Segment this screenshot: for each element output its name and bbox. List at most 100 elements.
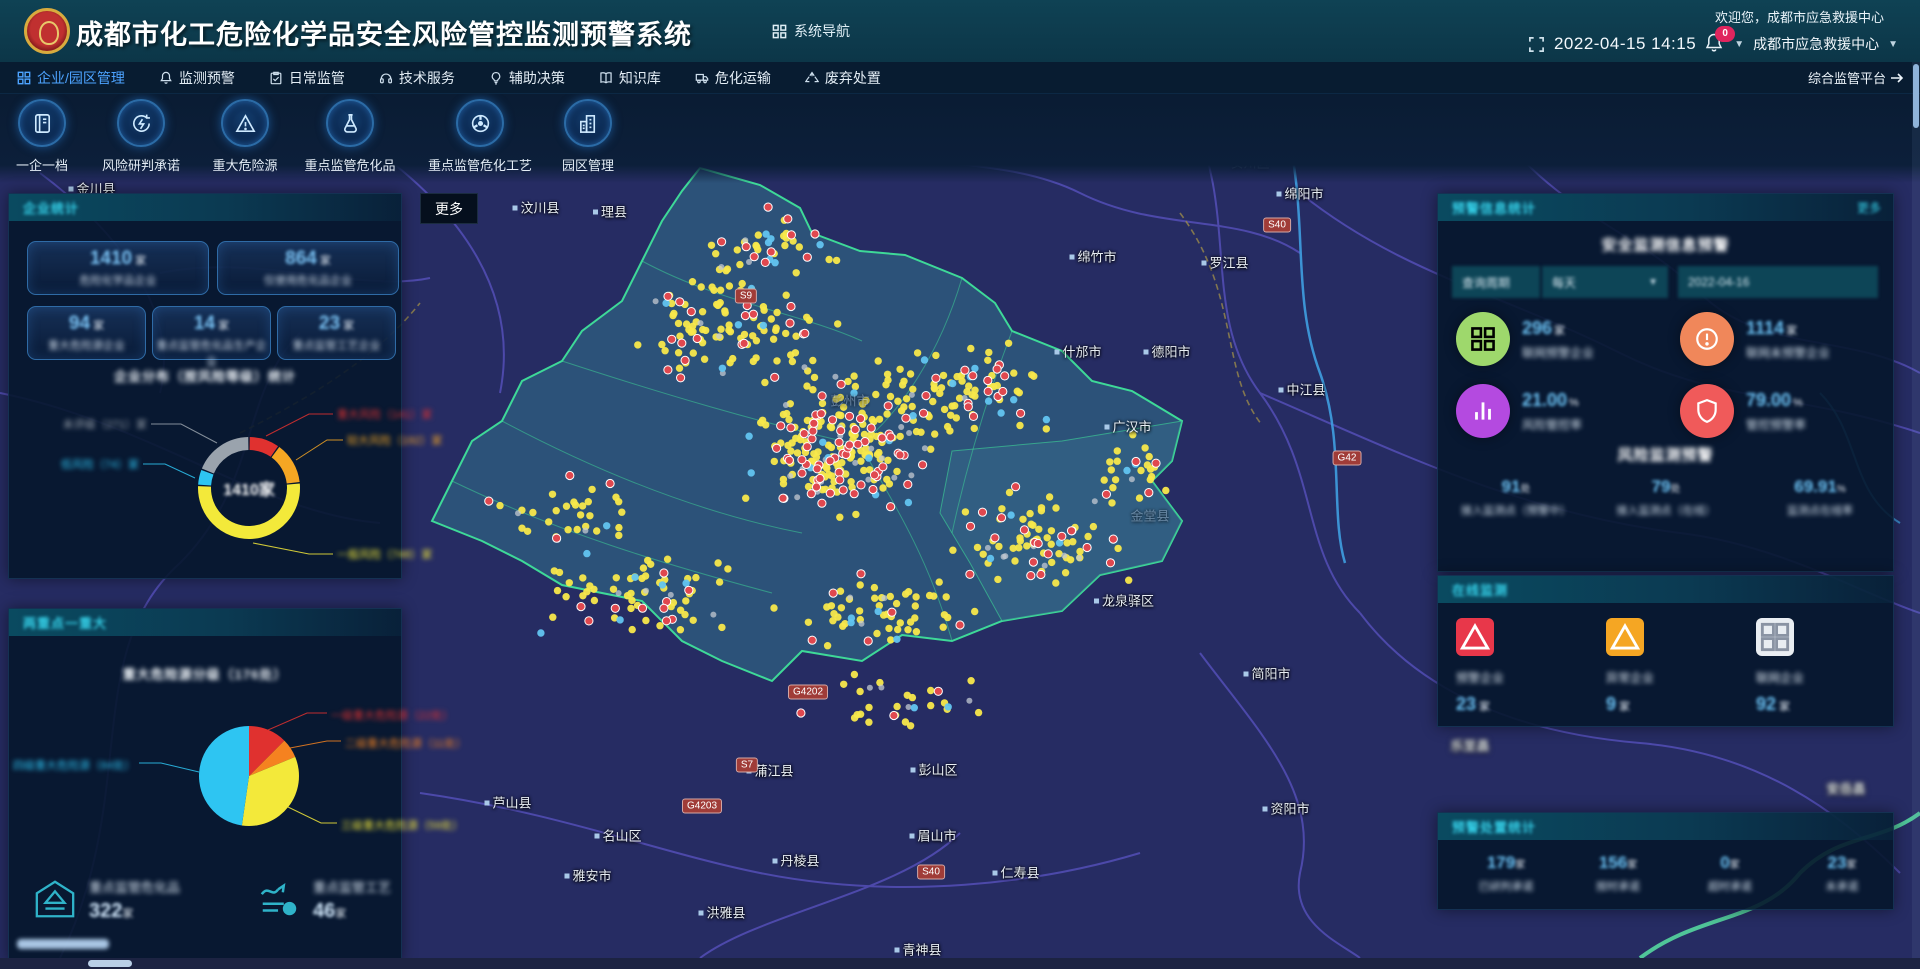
monitor-point-stat: 91处接入监测点（预警中） xyxy=(1461,477,1571,518)
org-selector[interactable]: 成都市应急救援中心 xyxy=(1753,34,1879,54)
nav-item-2[interactable]: 日常监管 xyxy=(252,62,362,93)
stat-box[interactable]: 1410家危险化学品企业 xyxy=(27,241,209,295)
panel-enterprise-stats: 企业统计 1410家危险化学品企业864家仅使用危化品企业 94家重大危险源企业… xyxy=(8,193,402,579)
monitor-item[interactable]: 联网企业92家 xyxy=(1756,618,1886,715)
subnav-item-2[interactable]: 重大危险源 xyxy=(185,99,305,174)
shield-icon xyxy=(1680,384,1734,438)
notification-badge: 0 xyxy=(1715,26,1735,42)
nav-item-5[interactable]: 知识库 xyxy=(582,62,678,93)
nav-item-4[interactable]: 辅助决策 xyxy=(472,62,582,93)
section-title: 风险监测预警 xyxy=(1438,444,1893,465)
bell-icon xyxy=(159,71,173,85)
monitor-item[interactable]: 异常企业9家 xyxy=(1606,618,1736,715)
pie-slice xyxy=(199,726,249,825)
grid-icon xyxy=(1456,312,1510,366)
subnav-item-1[interactable]: 风险研判承诺 xyxy=(81,99,201,174)
welcome-text: 欢迎您，成都市应急救援中心 xyxy=(1715,7,1884,26)
stat-box[interactable]: 864家仅使用危化品企业 xyxy=(217,241,399,295)
panel-title: 两重点一重大 xyxy=(23,613,107,632)
monitor-point-stat: 69.91%监测点在线率 xyxy=(1787,477,1853,518)
leader-line xyxy=(143,464,195,478)
system-nav-button[interactable]: 系统导航 xyxy=(772,21,850,41)
map-label: 雅安市 xyxy=(564,866,611,885)
app-title: 成都市化工危险化学品安全风险管控监测预警系统 xyxy=(76,13,692,52)
subnav-item-4[interactable]: 重点监管危化工艺 xyxy=(420,99,540,174)
more-link[interactable]: 更多 xyxy=(1857,199,1881,216)
nav-item-1[interactable]: 监测预警 xyxy=(142,62,252,93)
map-label: 什邡市 xyxy=(1054,342,1101,361)
stat-box[interactable]: 14家重点监管危化品生产企业 xyxy=(152,306,271,360)
chevron-down-icon[interactable]: ▼ xyxy=(1888,39,1898,50)
donut-slice xyxy=(205,472,208,485)
notification-bell[interactable]: 0 xyxy=(1705,33,1725,55)
two-key-stat[interactable]: 重点监管工艺46家 xyxy=(257,877,391,926)
horizontal-scrollbar[interactable] xyxy=(0,958,1920,969)
donut-label: 重大风险（141）家 xyxy=(337,406,432,422)
road-badge: G4202 xyxy=(788,685,828,700)
grid-icon xyxy=(17,71,31,85)
map-label: 理县 xyxy=(593,202,627,221)
donut-label: 较大风险（192）家 xyxy=(347,432,442,448)
leader-line xyxy=(151,424,217,443)
leader-line xyxy=(139,763,199,772)
nav-item-7[interactable]: 废弃处置 xyxy=(788,62,898,93)
chart-icon xyxy=(1456,384,1510,438)
warning-circle-stat: 79.00%管控预警率 xyxy=(1680,384,1806,438)
stat-box[interactable]: 23家重点监管工艺企业 xyxy=(277,306,396,360)
nav-item-label: 监测预警 xyxy=(179,68,235,88)
alert-square-icon xyxy=(1456,618,1494,656)
map-label: 洪雅县 xyxy=(698,903,745,922)
platform-link[interactable]: 综合监管平台 xyxy=(1808,62,1904,93)
section-title: 安全监测信息预警 xyxy=(1438,234,1893,255)
scrollbar-thumb[interactable] xyxy=(88,960,132,967)
map-more-button[interactable]: 更多 xyxy=(420,193,478,224)
filter-date-input[interactable]: 2022-04-16 xyxy=(1678,266,1878,298)
nav-item-6[interactable]: 危化运输 xyxy=(678,62,788,93)
map-label: 绵阳市 xyxy=(1276,184,1323,203)
map-label: 仁寿县 xyxy=(992,863,1039,882)
map-label: 广汉市 xyxy=(1104,417,1151,436)
dashboard: 金川县汶川县理县北川羌族自治县安州区绵阳市绵竹市罗江县什邡市德阳市中江县广汉市彭… xyxy=(0,0,1920,969)
map-label: 彭山区 xyxy=(910,760,957,779)
leader-line xyxy=(253,543,333,554)
clipboard-icon xyxy=(269,71,283,85)
pie-label: 二级重大危险源（11处） xyxy=(345,735,466,751)
nav-item-label: 知识库 xyxy=(619,68,661,88)
hazard-icon xyxy=(221,99,269,147)
headset-icon xyxy=(379,71,393,85)
nav-item-label: 日常监管 xyxy=(289,68,345,88)
main-nav: 企业/园区管理 监测预警 日常监管技术服务辅助决策 知识库 危化运输废弃处置 综合监管平… xyxy=(0,62,1920,94)
map-label: 德阳市 xyxy=(1143,342,1190,361)
stat-box[interactable]: 94家重大危险源企业 xyxy=(27,306,146,360)
dispose-stat: 156家按时承诺 xyxy=(1596,853,1640,894)
chevron-down-icon[interactable]: ▼ xyxy=(1734,39,1744,50)
road-badge: S40 xyxy=(917,865,945,880)
map-label: 绵竹市 xyxy=(1069,247,1116,266)
nav-item-label: 企业/园区管理 xyxy=(37,68,125,88)
app-logo xyxy=(24,8,70,54)
two-key-stat[interactable]: 重点监管危化品322家 xyxy=(33,877,180,926)
donut-label: 低风险（74）家 xyxy=(17,456,139,472)
monitor-item[interactable]: 预警企业23家 xyxy=(1456,618,1586,715)
nav-item-0[interactable]: 企业/园区管理 xyxy=(0,62,142,93)
filter-period-select[interactable]: 每天▼ xyxy=(1542,266,1668,298)
subnav-item-5[interactable]: 园区管理 xyxy=(528,99,648,174)
abnormal-square-icon xyxy=(1606,618,1644,656)
recycle-icon xyxy=(805,71,819,85)
nav-item-3[interactable]: 技术服务 xyxy=(362,62,472,93)
scrollbar-thumb[interactable] xyxy=(1913,64,1919,128)
map-label: 眉山市 xyxy=(909,826,956,845)
flow-icon xyxy=(257,877,301,926)
road-badge: G4203 xyxy=(682,799,722,814)
radiation-icon xyxy=(456,99,504,147)
truck-icon xyxy=(695,71,709,85)
nav-item-label: 危化运输 xyxy=(715,68,771,88)
subnav-item-3[interactable]: 重点监管危化品 xyxy=(290,99,410,174)
dispose-stat: 179家已研判承诺 xyxy=(1479,853,1534,894)
vertical-scrollbar[interactable] xyxy=(1912,62,1920,958)
leader-line xyxy=(296,440,343,460)
map-label: 资阳市 xyxy=(1262,799,1309,818)
pie-chart-title: 重大危险源分级（176处） xyxy=(9,664,401,683)
fullscreen-icon[interactable] xyxy=(1528,36,1545,53)
map-label: 彭州市 xyxy=(830,391,869,410)
